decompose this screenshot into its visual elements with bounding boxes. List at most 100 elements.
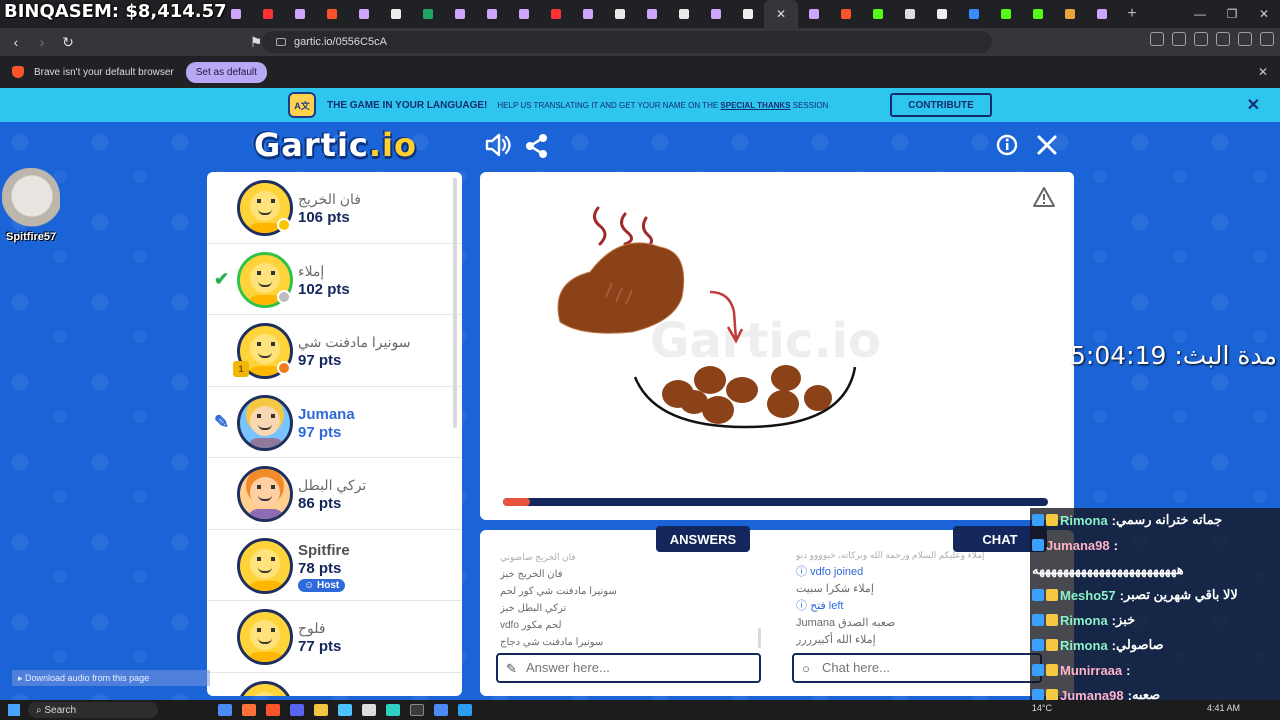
player-row[interactable]: Spitfire 78 pts ☺ Host <box>207 530 462 601</box>
taskbar-app-icon[interactable] <box>266 704 280 716</box>
translation-banner: A文 THE GAME IN YOUR LANGUAGE! HELP US TR… <box>0 88 1280 122</box>
forward-icon[interactable]: › <box>32 34 52 50</box>
taskbar-app-icon[interactable] <box>434 704 448 716</box>
trophy-icon: 1 <box>233 361 249 377</box>
wallet-icon[interactable] <box>1172 32 1186 46</box>
window-close-icon[interactable]: ✕ <box>1248 0 1280 28</box>
taskbar-app-icon[interactable] <box>218 704 232 716</box>
exit-game-icon[interactable] <box>1036 134 1058 162</box>
pencil-icon: ✎ <box>506 661 517 676</box>
sidebar-icon[interactable] <box>1216 32 1230 46</box>
taskbar-app-icon[interactable] <box>314 704 328 716</box>
taskbar-app-icon[interactable] <box>458 704 472 716</box>
tab-icon[interactable] <box>1054 0 1086 28</box>
reload-icon[interactable]: ↻ <box>58 34 78 51</box>
contribute-button[interactable]: CONTRIBUTE <box>890 93 992 117</box>
media-icon[interactable] <box>1194 32 1208 46</box>
avatar <box>237 394 293 451</box>
taskbar-search[interactable]: ⌕ Search <box>28 702 158 718</box>
active-tab[interactable]: ✕ <box>764 0 798 28</box>
start-icon[interactable] <box>8 704 20 716</box>
extensions-icon[interactable] <box>1150 32 1164 46</box>
vpn-icon[interactable] <box>1238 32 1252 46</box>
tab-icon[interactable] <box>572 0 604 28</box>
share-icon[interactable] <box>525 133 549 165</box>
tab-icon[interactable] <box>926 0 958 28</box>
special-thanks-link[interactable]: SPECIAL THANKS <box>720 101 790 110</box>
pencil-icon: ✎ <box>214 411 230 432</box>
report-drawing-icon[interactable] <box>1032 186 1056 213</box>
stream-chat-user: Rimona <box>1060 512 1108 528</box>
tab-icon[interactable] <box>732 0 764 28</box>
chat-input[interactable] <box>822 660 1032 675</box>
avatar <box>237 466 293 522</box>
tab-icon[interactable] <box>798 0 830 28</box>
url-field[interactable]: gartic.io/0556C5cA <box>262 31 992 53</box>
site-info-icon[interactable] <box>276 38 286 46</box>
infobar-close-icon[interactable]: ✕ <box>1258 65 1268 79</box>
answers-scrollbar[interactable] <box>758 628 761 648</box>
chat-input-box[interactable]: ○ <box>792 653 1042 683</box>
player-row[interactable]: فان الخريج 106 pts <box>207 172 462 244</box>
tab-icon[interactable] <box>348 0 380 28</box>
back-icon[interactable]: ‹ <box>6 34 26 50</box>
tab-icon[interactable] <box>1022 0 1054 28</box>
player-row-drawing[interactable]: ✎ Jumana 97 pts <box>207 387 462 458</box>
tab-icon[interactable] <box>412 0 444 28</box>
tab-icon[interactable] <box>668 0 700 28</box>
tab-icon[interactable] <box>604 0 636 28</box>
taskbar-app-icon[interactable] <box>242 704 256 716</box>
tab-icon[interactable] <box>990 0 1022 28</box>
player-row[interactable]: 1 سونيرا مادفنت شي 97 pts <box>207 315 462 387</box>
tab-icon[interactable] <box>284 0 316 28</box>
banner-close-icon[interactable]: ✕ <box>1247 95 1260 115</box>
answer-input[interactable] <box>526 660 736 675</box>
new-tab-icon[interactable]: + <box>1118 5 1146 23</box>
svg-text:Gartic.io: Gartic.io <box>650 313 881 369</box>
tab-icon[interactable] <box>894 0 926 28</box>
player-row[interactable]: تركي البطل 86 pts <box>207 458 462 530</box>
tab-icon[interactable] <box>700 0 732 28</box>
info-icon[interactable] <box>996 134 1018 162</box>
player-points: 77 pts <box>298 638 342 655</box>
player-row[interactable]: ✔ إملاء 102 pts <box>207 244 462 315</box>
set-default-button[interactable]: Set as default <box>185 61 267 83</box>
minimize-icon[interactable]: — <box>1184 0 1216 28</box>
stream-uptime: مدة البث: 5:04:19 <box>1070 341 1277 370</box>
stream-chat-row: Rimona: خبز <box>1030 608 1280 633</box>
tab-icon[interactable] <box>862 0 894 28</box>
badge-icon <box>1046 514 1058 527</box>
answer-item: سونيرا مادفنت شي دجاج <box>500 637 604 648</box>
tab-icon[interactable] <box>958 0 990 28</box>
tab-icon[interactable] <box>380 0 412 28</box>
tab-icon[interactable] <box>830 0 862 28</box>
taskbar-app-icon[interactable] <box>410 704 424 716</box>
tab-icon[interactable] <box>636 0 668 28</box>
taskbar-app-icon[interactable] <box>290 704 304 716</box>
player-row-partial[interactable] <box>207 673 462 696</box>
answer-input-box[interactable]: ✎ <box>496 653 761 683</box>
close-icon[interactable]: ✕ <box>776 7 786 21</box>
stream-chat-row: Rimona: صاصولي <box>1030 633 1280 658</box>
taskbar-app-icon[interactable] <box>338 704 352 716</box>
download-audio-button[interactable]: ▸ Download audio from this page <box>12 670 210 686</box>
round-timer-bar <box>503 498 1048 506</box>
tab-icon[interactable] <box>476 0 508 28</box>
sound-icon[interactable] <box>484 132 512 164</box>
taskbar-app-icon[interactable] <box>362 704 376 716</box>
taskbar-app-icon[interactable] <box>386 704 400 716</box>
players-scrollbar[interactable] <box>453 178 457 428</box>
player-row[interactable]: فلوح 77 pts <box>207 601 462 673</box>
drawing-canvas[interactable]: Gartic.io <box>480 172 1074 520</box>
stream-chat-user: Mesho57 <box>1060 587 1116 603</box>
player-name: Spitfire <box>298 541 350 559</box>
tab-icon[interactable] <box>316 0 348 28</box>
stream-chat-user: Munirraaa <box>1060 662 1123 678</box>
tab-icon[interactable] <box>252 0 284 28</box>
tab-icon[interactable] <box>540 0 572 28</box>
menu-icon[interactable] <box>1260 32 1274 46</box>
tab-icon[interactable] <box>508 0 540 28</box>
tab-icon[interactable] <box>444 0 476 28</box>
tab-icon[interactable] <box>1086 0 1118 28</box>
maximize-icon[interactable]: ❐ <box>1216 0 1248 28</box>
